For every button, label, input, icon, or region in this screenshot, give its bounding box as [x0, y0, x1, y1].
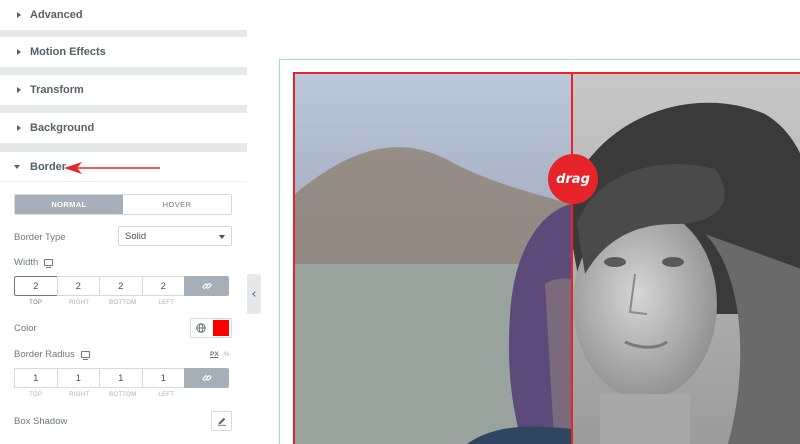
section-border-header[interactable]: Border	[0, 152, 247, 182]
section-transform[interactable]: Transform	[0, 75, 247, 105]
comparison-drag-handle[interactable]: drag	[548, 154, 598, 204]
comparison-photo	[295, 74, 800, 444]
section-motion-effects[interactable]: Motion Effects	[0, 37, 247, 67]
radius-dim-labels: TOP RIGHT BOTTOM LEFT	[14, 392, 188, 398]
radius-label: Border Radius	[14, 349, 75, 360]
border-type-select[interactable]: Solid	[118, 226, 232, 246]
radius-units-real: PX%	[210, 351, 229, 358]
border-type-value: Solid	[125, 230, 147, 242]
dim-label-top: TOP	[29, 300, 43, 306]
section-advanced[interactable]: Advanced	[0, 0, 247, 30]
chevron-left-icon	[252, 291, 258, 297]
caret-down-icon	[14, 164, 20, 169]
color-swatch[interactable]	[213, 320, 229, 336]
radius-left-input[interactable]: 1	[141, 368, 185, 388]
unit-px-option[interactable]: PX	[210, 351, 219, 358]
width-dim-labels: TOP RIGHT BOTTOM LEFT	[14, 300, 188, 306]
width-bottom-input[interactable]: 2	[99, 276, 143, 296]
section-motion-effects-title: Motion Effects	[30, 46, 106, 58]
desktop-icon[interactable]	[44, 258, 54, 268]
width-right-input[interactable]: 2	[56, 276, 100, 296]
desktop-icon[interactable]	[80, 350, 90, 360]
width-inputs: 2 2 2 2	[14, 276, 232, 296]
caret-right-icon	[17, 125, 21, 131]
dim-label-bottom: BOTTOM	[109, 392, 137, 398]
tab-hover[interactable]: HOVER	[123, 195, 231, 214]
box-shadow-edit[interactable]	[211, 411, 232, 431]
section-border-title: Border	[30, 160, 67, 173]
panel-collapse-handle[interactable]	[247, 274, 261, 314]
section-background[interactable]: Background	[0, 113, 247, 143]
radius-inputs: 1 1 1 1	[14, 368, 232, 388]
dim-label-top: TOP	[29, 392, 43, 398]
before-after-image-widget[interactable]: drag	[293, 72, 800, 444]
section-background-title: Background	[30, 122, 95, 134]
dim-label-bottom: BOTTOM	[109, 300, 137, 306]
radius-link-button[interactable]	[184, 368, 229, 388]
width-top-input[interactable]: 2	[14, 276, 58, 296]
link-icon	[202, 375, 211, 381]
radius-top-input[interactable]: 1	[14, 368, 58, 388]
border-state-tabs: NORMAL HOVER	[14, 194, 232, 215]
pencil-icon	[217, 417, 226, 426]
tab-normal[interactable]: NORMAL	[15, 195, 123, 214]
width-label-row: Width	[14, 257, 54, 268]
dim-label-left: LEFT	[158, 392, 175, 398]
section-advanced-title: Advanced	[30, 9, 83, 21]
color-label: Color	[14, 323, 37, 334]
border-type-label: Border Type	[14, 232, 66, 243]
settings-panel: Advanced Motion Effects Transform Backgr…	[0, 0, 247, 444]
annotation-arrow-icon	[64, 162, 160, 174]
link-icon	[202, 283, 211, 289]
caret-right-icon	[17, 12, 21, 18]
chevron-down-icon	[219, 235, 225, 239]
globe-icon	[196, 323, 206, 333]
section-border: Border NORMAL HOVER Border Type Solid Wi…	[0, 152, 247, 444]
color-picker-group	[190, 318, 232, 338]
global-colors-button[interactable]	[191, 319, 211, 337]
radius-label-row: Border Radius	[14, 349, 90, 360]
dim-label-right: RIGHT	[69, 300, 90, 306]
width-left-input[interactable]: 2	[141, 276, 185, 296]
width-link-button[interactable]	[184, 276, 229, 296]
unit-percent-option[interactable]: %	[224, 351, 230, 358]
caret-right-icon	[17, 49, 21, 55]
dim-label-right: RIGHT	[69, 392, 90, 398]
width-label: Width	[14, 257, 39, 268]
radius-bottom-input[interactable]: 1	[99, 368, 143, 388]
comparison-divider-line[interactable]	[571, 74, 573, 444]
section-transform-title: Transform	[30, 84, 84, 96]
box-shadow-label: Box Shadow	[14, 416, 68, 427]
dim-label-left: LEFT	[158, 300, 175, 306]
radius-right-input[interactable]: 1	[56, 368, 100, 388]
caret-right-icon	[17, 87, 21, 93]
